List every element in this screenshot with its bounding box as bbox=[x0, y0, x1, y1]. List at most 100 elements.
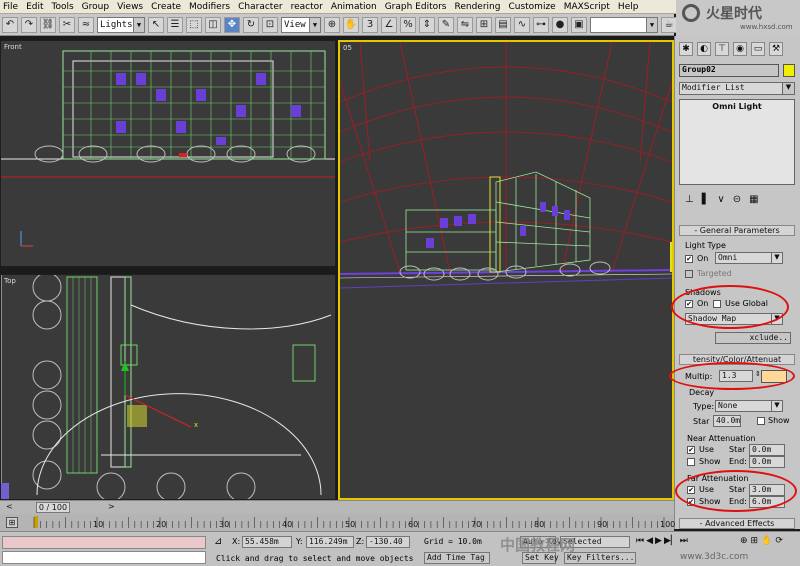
menu-animation[interactable]: Animation bbox=[331, 2, 377, 12]
z-coord-field[interactable]: -130.40 bbox=[366, 536, 410, 548]
stack-item-omni-light[interactable]: Omni Light bbox=[680, 102, 794, 113]
make-unique-icon[interactable]: ∨ bbox=[717, 194, 724, 205]
go-to-end-icon[interactable]: ⏭ bbox=[680, 536, 688, 546]
unlink-icon[interactable]: ✂ bbox=[59, 16, 75, 33]
menu-group[interactable]: Group bbox=[82, 2, 109, 12]
near-use-checkbox[interactable]: ✔ bbox=[687, 446, 695, 454]
x-label: X: bbox=[232, 537, 241, 546]
link-icon[interactable]: ⛓ bbox=[40, 16, 56, 33]
hierarchy-tab-icon[interactable]: ⊤ bbox=[715, 42, 729, 56]
curve-editor-icon[interactable]: ∿ bbox=[514, 16, 530, 33]
menu-views[interactable]: Views bbox=[117, 2, 143, 12]
menu-edit[interactable]: Edit bbox=[26, 2, 43, 12]
menu-graph-editors[interactable]: Graph Editors bbox=[385, 2, 447, 12]
modifier-list-dropdown[interactable]: Modifier List bbox=[679, 82, 795, 95]
snaps-toggle-icon[interactable]: 3 bbox=[362, 16, 378, 33]
near-end-field[interactable]: 0.0m bbox=[749, 456, 785, 468]
material-editor-icon[interactable]: ● bbox=[552, 16, 568, 33]
motion-tab-icon[interactable]: ◉ bbox=[733, 42, 747, 56]
previous-frame-icon[interactable]: ◀ bbox=[646, 536, 653, 546]
next-frame-icon[interactable]: ▶▏ bbox=[664, 536, 678, 546]
viewport-top[interactable]: Top x bbox=[0, 274, 336, 500]
window-crossing-icon[interactable]: ◫ bbox=[205, 16, 221, 33]
maxscript-input[interactable] bbox=[2, 551, 206, 564]
decay-start-field[interactable]: 40.0m bbox=[713, 415, 741, 427]
near-start-field[interactable]: 0.0m bbox=[749, 444, 785, 456]
configure-modifier-sets-icon[interactable]: ▦ bbox=[749, 194, 758, 205]
pivot-point-icon[interactable]: ⊕ bbox=[324, 16, 340, 33]
menu-file[interactable]: File bbox=[3, 2, 18, 12]
selection-filter-dropdown[interactable]: Lights ▼ bbox=[97, 16, 145, 33]
mirror-icon[interactable]: ⇋ bbox=[457, 16, 473, 33]
zoom-all-icon[interactable]: ⊞ bbox=[751, 536, 759, 546]
bind-space-warp-icon[interactable]: ≈ bbox=[78, 16, 94, 33]
render-scene-icon[interactable]: ▣ bbox=[571, 16, 587, 33]
exclude-button[interactable]: xclude.. bbox=[715, 332, 791, 344]
create-tab-icon[interactable]: ✱ bbox=[679, 42, 693, 56]
menu-reactor[interactable]: reactor bbox=[291, 2, 323, 12]
advanced-effects-rollout[interactable]: - Advanced Effects bbox=[679, 518, 795, 529]
align-icon[interactable]: ⊞ bbox=[476, 16, 492, 33]
viewport-perspective[interactable]: 05 bbox=[338, 40, 674, 500]
x-coord-field[interactable]: 55.458m bbox=[242, 536, 292, 548]
zoom-icon[interactable]: ⊕ bbox=[740, 536, 748, 546]
play-icon[interactable]: ▶ bbox=[655, 536, 662, 546]
chevron-down-icon: ▼ bbox=[133, 17, 144, 32]
select-by-name-icon[interactable]: ☰ bbox=[167, 16, 183, 33]
near-show-checkbox[interactable] bbox=[687, 458, 695, 466]
add-time-tag-button[interactable]: Add Time Tag bbox=[424, 552, 490, 564]
layer-manager-icon[interactable]: ▤ bbox=[495, 16, 511, 33]
select-object-icon[interactable]: ↖ bbox=[148, 16, 164, 33]
targeted-checkbox[interactable] bbox=[685, 270, 693, 278]
menu-tools[interactable]: Tools bbox=[52, 2, 74, 12]
quick-render-icon[interactable]: ☕ bbox=[661, 16, 677, 33]
orbit-icon[interactable]: ⟳ bbox=[775, 536, 783, 546]
pan-icon[interactable]: ✋ bbox=[761, 536, 772, 546]
object-name-field[interactable]: Group02 bbox=[679, 64, 779, 77]
menu-customize[interactable]: Customize bbox=[508, 2, 555, 12]
track-bar[interactable]: ⊞ 10 20 30 40 50 60 70 80 90 100 bbox=[0, 514, 675, 531]
time-slider[interactable]: 0 / 100 < > bbox=[0, 500, 674, 514]
redo-icon[interactable]: ↷ bbox=[21, 16, 37, 33]
show-end-result-icon[interactable]: ▌ bbox=[702, 194, 710, 205]
schematic-view-icon[interactable]: ⊶ bbox=[533, 16, 549, 33]
pin-stack-icon[interactable]: ⊥ bbox=[685, 194, 694, 205]
reference-coordinate-dropdown[interactable]: View ▼ bbox=[281, 16, 321, 33]
menu-rendering[interactable]: Rendering bbox=[455, 2, 501, 12]
y-coord-field[interactable]: 116.249m bbox=[306, 536, 354, 548]
object-color-swatch[interactable] bbox=[783, 64, 795, 77]
edit-named-selection-icon[interactable]: ✎ bbox=[438, 16, 454, 33]
lock-selection-icon[interactable]: ⊿ bbox=[214, 536, 222, 547]
decay-show-checkbox[interactable] bbox=[757, 417, 765, 425]
percent-snap-icon[interactable]: % bbox=[400, 16, 416, 33]
select-and-move-icon[interactable]: ✥ bbox=[224, 16, 240, 33]
select-and-manipulate-icon[interactable]: ✋ bbox=[343, 16, 359, 33]
angle-snap-icon[interactable]: ∠ bbox=[381, 16, 397, 33]
time-slider-right-icon[interactable]: > bbox=[108, 502, 115, 511]
menu-modifiers[interactable]: Modifiers bbox=[189, 2, 230, 12]
menu-create[interactable]: Create bbox=[151, 2, 181, 12]
time-slider-thumb[interactable]: 0 / 100 bbox=[36, 502, 70, 513]
light-on-checkbox[interactable]: ✔ bbox=[685, 255, 693, 263]
viewport-front[interactable]: Front bbox=[0, 40, 336, 267]
general-parameters-rollout[interactable]: - General Parameters bbox=[679, 225, 795, 236]
named-selection-set-dropdown[interactable]: ▼ bbox=[590, 16, 658, 33]
svg-text:x: x bbox=[194, 421, 198, 429]
mini-curve-editor-icon[interactable]: ⊞ bbox=[6, 517, 18, 528]
select-and-rotate-icon[interactable]: ↻ bbox=[243, 16, 259, 33]
menu-character[interactable]: Character bbox=[238, 2, 282, 12]
utilities-tab-icon[interactable]: ⚒ bbox=[769, 42, 783, 56]
display-tab-icon[interactable]: ▭ bbox=[751, 42, 765, 56]
spinner-snap-icon[interactable]: ⇕ bbox=[419, 16, 435, 33]
rectangular-selection-icon[interactable]: ⬚ bbox=[186, 16, 202, 33]
near-start-label: Star bbox=[729, 445, 746, 454]
menu-help[interactable]: Help bbox=[618, 2, 639, 12]
time-slider-left-icon[interactable]: < bbox=[6, 502, 13, 511]
select-and-scale-icon[interactable]: ⊡ bbox=[262, 16, 278, 33]
modify-tab-icon[interactable]: ◐ bbox=[697, 42, 711, 56]
menu-maxscript[interactable]: MAXScript bbox=[564, 2, 610, 12]
remove-modifier-icon[interactable]: ⊝ bbox=[733, 194, 741, 205]
undo-icon[interactable]: ↶ bbox=[2, 16, 18, 33]
maxscript-listener[interactable] bbox=[2, 536, 206, 549]
go-to-start-icon[interactable]: ⏮ bbox=[636, 536, 644, 546]
